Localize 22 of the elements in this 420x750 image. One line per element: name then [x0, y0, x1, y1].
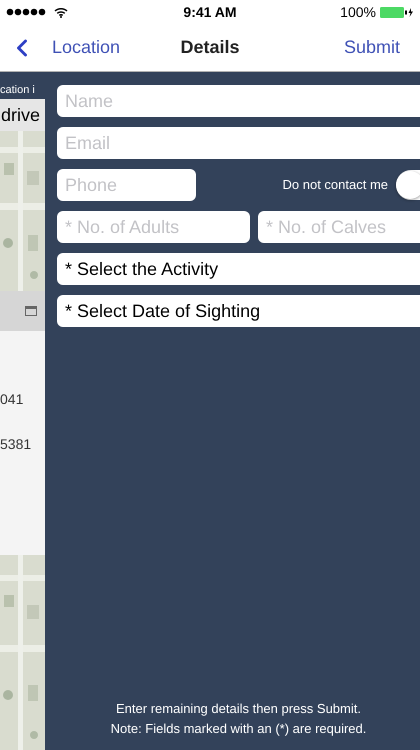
contact-label: Do not contact me — [282, 176, 388, 194]
date-selector[interactable]: * Select Date of Sighting — [57, 295, 420, 327]
adults-field[interactable]: * No. of Adults — [57, 211, 250, 243]
battery-icon — [380, 6, 414, 18]
phone-field[interactable]: Phone — [57, 169, 196, 201]
street-button[interactable]: drive — [0, 98, 45, 130]
back-button[interactable]: Location — [8, 34, 136, 62]
section-heading: cation i — [0, 83, 36, 98]
submit-button[interactable]: Submit — [284, 34, 412, 61]
list-row-text: 041 — [0, 390, 24, 408]
status-time: 9:41 AM — [183, 2, 237, 22]
email-field[interactable]: Email — [57, 127, 420, 159]
nav-title: Details — [179, 36, 241, 59]
list-row-text: 5381 — [0, 434, 32, 454]
footer-note: Note: Fields marked with an (*) are required. — [110, 720, 366, 738]
footer-note: Enter remaining details then press Submit. — [116, 700, 361, 718]
calendar-icon — [25, 306, 37, 316]
calves-field[interactable]: * No. of Calves — [258, 211, 420, 243]
name-field[interactable]: Name — [57, 85, 420, 117]
wifi-icon — [54, 6, 68, 18]
battery-percent: 100% — [340, 2, 376, 22]
activity-selector[interactable]: * Select the Activity — [57, 253, 420, 285]
